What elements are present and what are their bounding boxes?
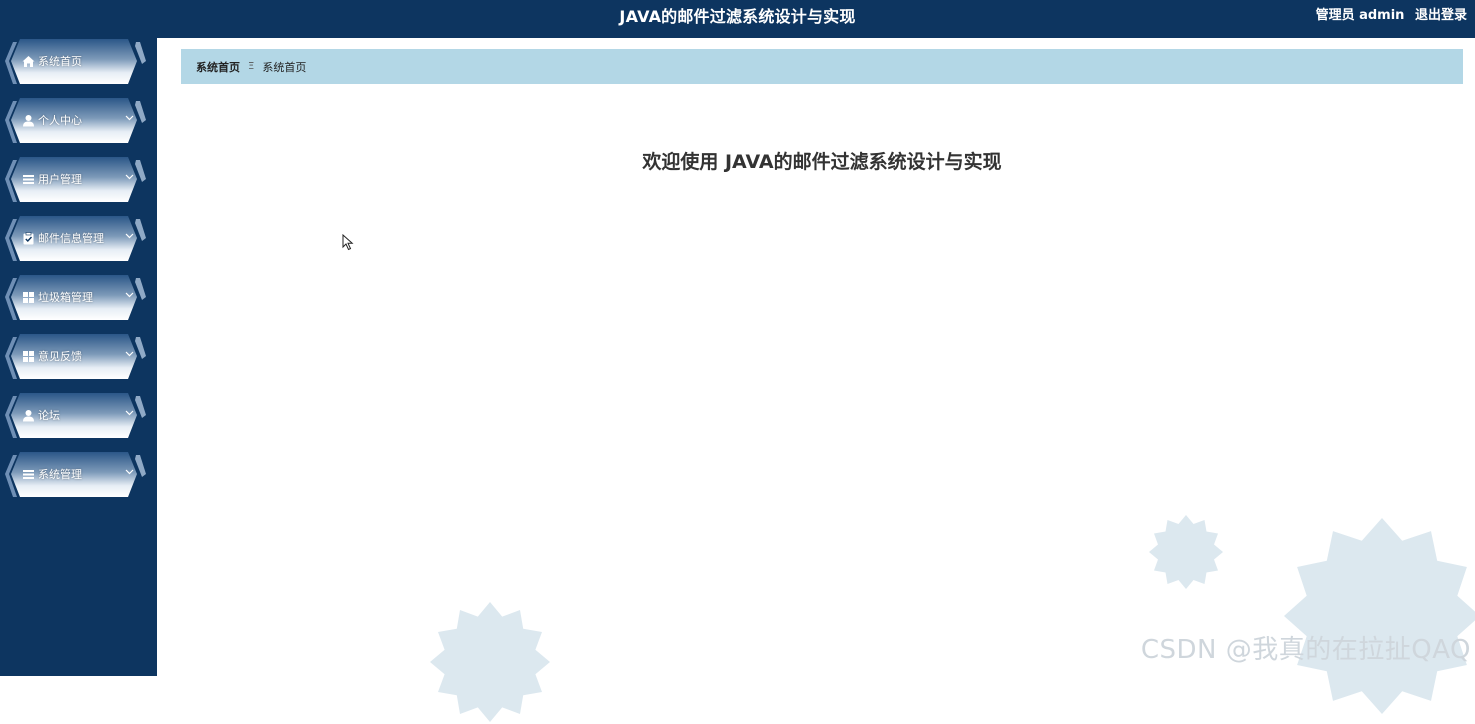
grid-icon [22,291,35,304]
watermark: CSDN @我真的在拉扯QAQ [1140,635,1471,665]
sidebar-item-label: 个人中心 [38,114,82,127]
sidebar-item-7[interactable]: 论坛 [0,392,157,442]
list-icon [22,173,35,186]
chevron-down-icon [125,174,134,180]
sidebar-item-4[interactable]: 邮件信息管理 [0,215,157,265]
sidebar-item-5[interactable]: 垃圾箱管理 [0,274,157,324]
chevron-down-icon [125,233,134,239]
grid-icon [22,350,35,363]
sidebar-item-1[interactable]: 系统首页 [0,38,157,88]
user-role-label: 管理员 admin [1315,8,1405,23]
breadcrumb-separator-icon: Ξ [248,61,255,72]
sidebar-item-6[interactable]: 意见反馈 [0,333,157,383]
sidebar: 系统首页个人中心用户管理邮件信息管理 垃圾箱管理意见反馈论坛系统管理 [0,0,157,676]
sidebar-item-label: 意见反馈 [38,350,82,363]
sidebar-item-8[interactable]: 系统管理 [0,451,157,501]
welcome-heading: 欢迎使用 JAVA的邮件过滤系统设计与实现 [642,151,1002,173]
sidebar-item-label: 邮件信息管理 [38,232,104,245]
user-area: 管理员 admin 退出登录 [1310,0,1467,32]
sidebar-item-label: 用户管理 [38,173,82,186]
list-icon [22,468,35,481]
home-icon [22,55,35,68]
breadcrumb-current: 系统首页 [262,60,307,74]
sidebar-item-label: 系统管理 [38,468,82,481]
user-icon [22,409,35,422]
clipboard-check-icon [22,231,35,245]
chevron-down-icon [125,410,134,416]
gear-decoration-icon [1284,518,1475,714]
breadcrumb-home[interactable]: 系统首页 [196,59,240,75]
breadcrumb: 系统首页 Ξ 系统首页 [181,49,1463,84]
sidebar-item-label: 垃圾箱管理 [38,291,93,304]
chevron-down-icon [125,469,134,475]
gear-decoration-icon [430,602,550,722]
chevron-down-icon [125,115,134,121]
mouse-cursor-icon [342,234,354,251]
sidebar-item-label: 系统首页 [38,55,82,68]
chevron-down-icon [125,292,134,298]
gear-decoration-icon [1149,515,1223,589]
logout-link[interactable]: 退出登录 [1415,8,1467,23]
chevron-down-icon [125,351,134,357]
sidebar-item-3[interactable]: 用户管理 [0,156,157,206]
app-title: JAVA的邮件过滤系统设计与实现 [619,7,856,26]
user-icon [22,114,35,127]
sidebar-item-2[interactable]: 个人中心 [0,97,157,147]
sidebar-item-label: 论坛 [38,409,60,422]
top-header: JAVA的邮件过滤系统设计与实现 管理员 admin 退出登录 [157,0,1475,38]
